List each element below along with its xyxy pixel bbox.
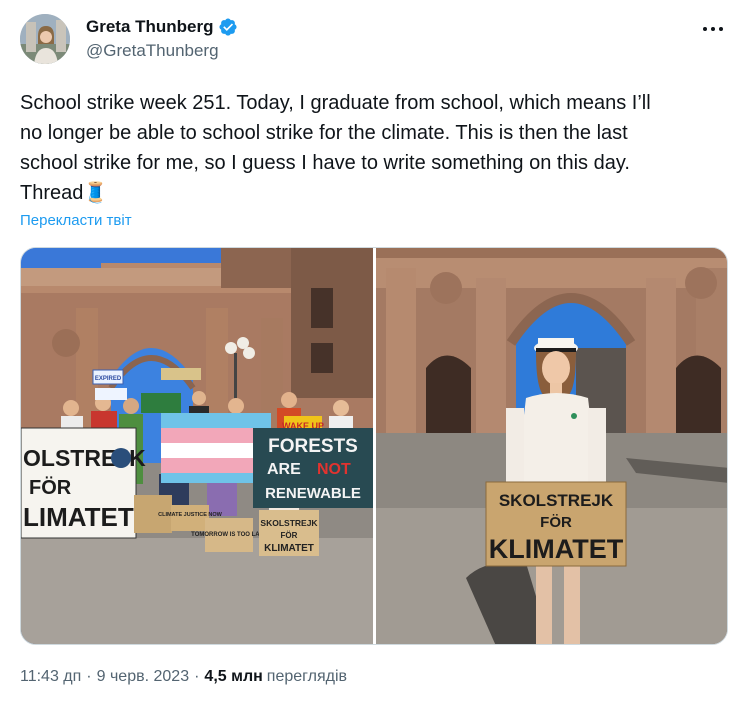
sign-skolstrejk-left-3: LIMATET: [23, 502, 134, 532]
views-count[interactable]: 4,5 млн: [204, 668, 262, 686]
sign-tomorrow: TOMORROW IS TOO LATE: [191, 532, 267, 538]
tweet-text: School strike week 251. Today, I graduat…: [20, 88, 720, 208]
sign-small-skol-1: SKOLSTREJK: [260, 518, 318, 528]
photo-greta-graduation[interactable]: SKOLSTREJK FÖR KLIMATET: [376, 248, 727, 644]
handle[interactable]: @GretaThunberg: [86, 41, 238, 61]
tweet-text-line: school strike for me, so I guess I have …: [20, 152, 630, 174]
sign-climate-justice: CLIMATE JUSTICE NOW: [158, 512, 223, 518]
name-row: Greta Thunberg: [86, 16, 238, 38]
sign-small-skol-3: KLIMATET: [264, 543, 314, 554]
sign-klimatet: KLIMATET: [489, 534, 624, 564]
media-grid: WAKE UP EXPIRED OLSTREJK FÖR LIMATET FOR…: [20, 247, 728, 645]
views-label: переглядів: [266, 668, 348, 685]
verified-badge-icon[interactable]: [218, 17, 238, 37]
tweet-date[interactable]: 9 черв. 2023: [97, 668, 189, 686]
display-name[interactable]: Greta Thunberg: [86, 17, 214, 37]
sign-forests-2a: ARE: [267, 461, 301, 478]
photo-group-strike[interactable]: WAKE UP EXPIRED OLSTREJK FÖR LIMATET FOR…: [21, 248, 373, 644]
tweet-time[interactable]: 11:43 дп: [20, 668, 81, 686]
translate-tweet-link[interactable]: Перекласти твіт: [20, 212, 132, 229]
avatar-image: [20, 14, 70, 64]
meta-separator: ·: [194, 668, 200, 685]
meta-separator: ·: [86, 668, 92, 685]
thread-emoji: 🧵: [83, 182, 109, 204]
sign-for: FÖR: [540, 514, 572, 531]
sign-expired: EXPIRED: [95, 376, 122, 382]
avatar[interactable]: [20, 14, 70, 64]
sign-small-skol-2: FÖR: [281, 531, 298, 540]
sign-skolstrejk-left-2: FÖR: [29, 476, 72, 499]
tweet-text-line: Thread🧵: [20, 178, 720, 208]
sign-forests-3: RENEWABLE: [265, 485, 361, 502]
tweet-meta: 11:43 дп · 9 черв. 2023 · 4,5 млн перегл…: [20, 668, 347, 686]
tweet-text-line: no longer be able to school strike for t…: [20, 122, 628, 144]
tweet-text-line: School strike week 251. Today, I graduat…: [20, 92, 651, 114]
sign-forests-2b: NOT: [317, 461, 351, 478]
sign-skolstrejk: SKOLSTREJK: [499, 491, 614, 510]
author-block: Greta Thunberg @GretaThunberg: [86, 16, 238, 61]
thread-word: Thread: [20, 182, 84, 204]
tweet-header: Greta Thunberg @GretaThunberg: [20, 14, 730, 66]
more-dots-icon[interactable]: [700, 18, 726, 40]
sign-forests-1: FORESTS: [268, 436, 358, 457]
